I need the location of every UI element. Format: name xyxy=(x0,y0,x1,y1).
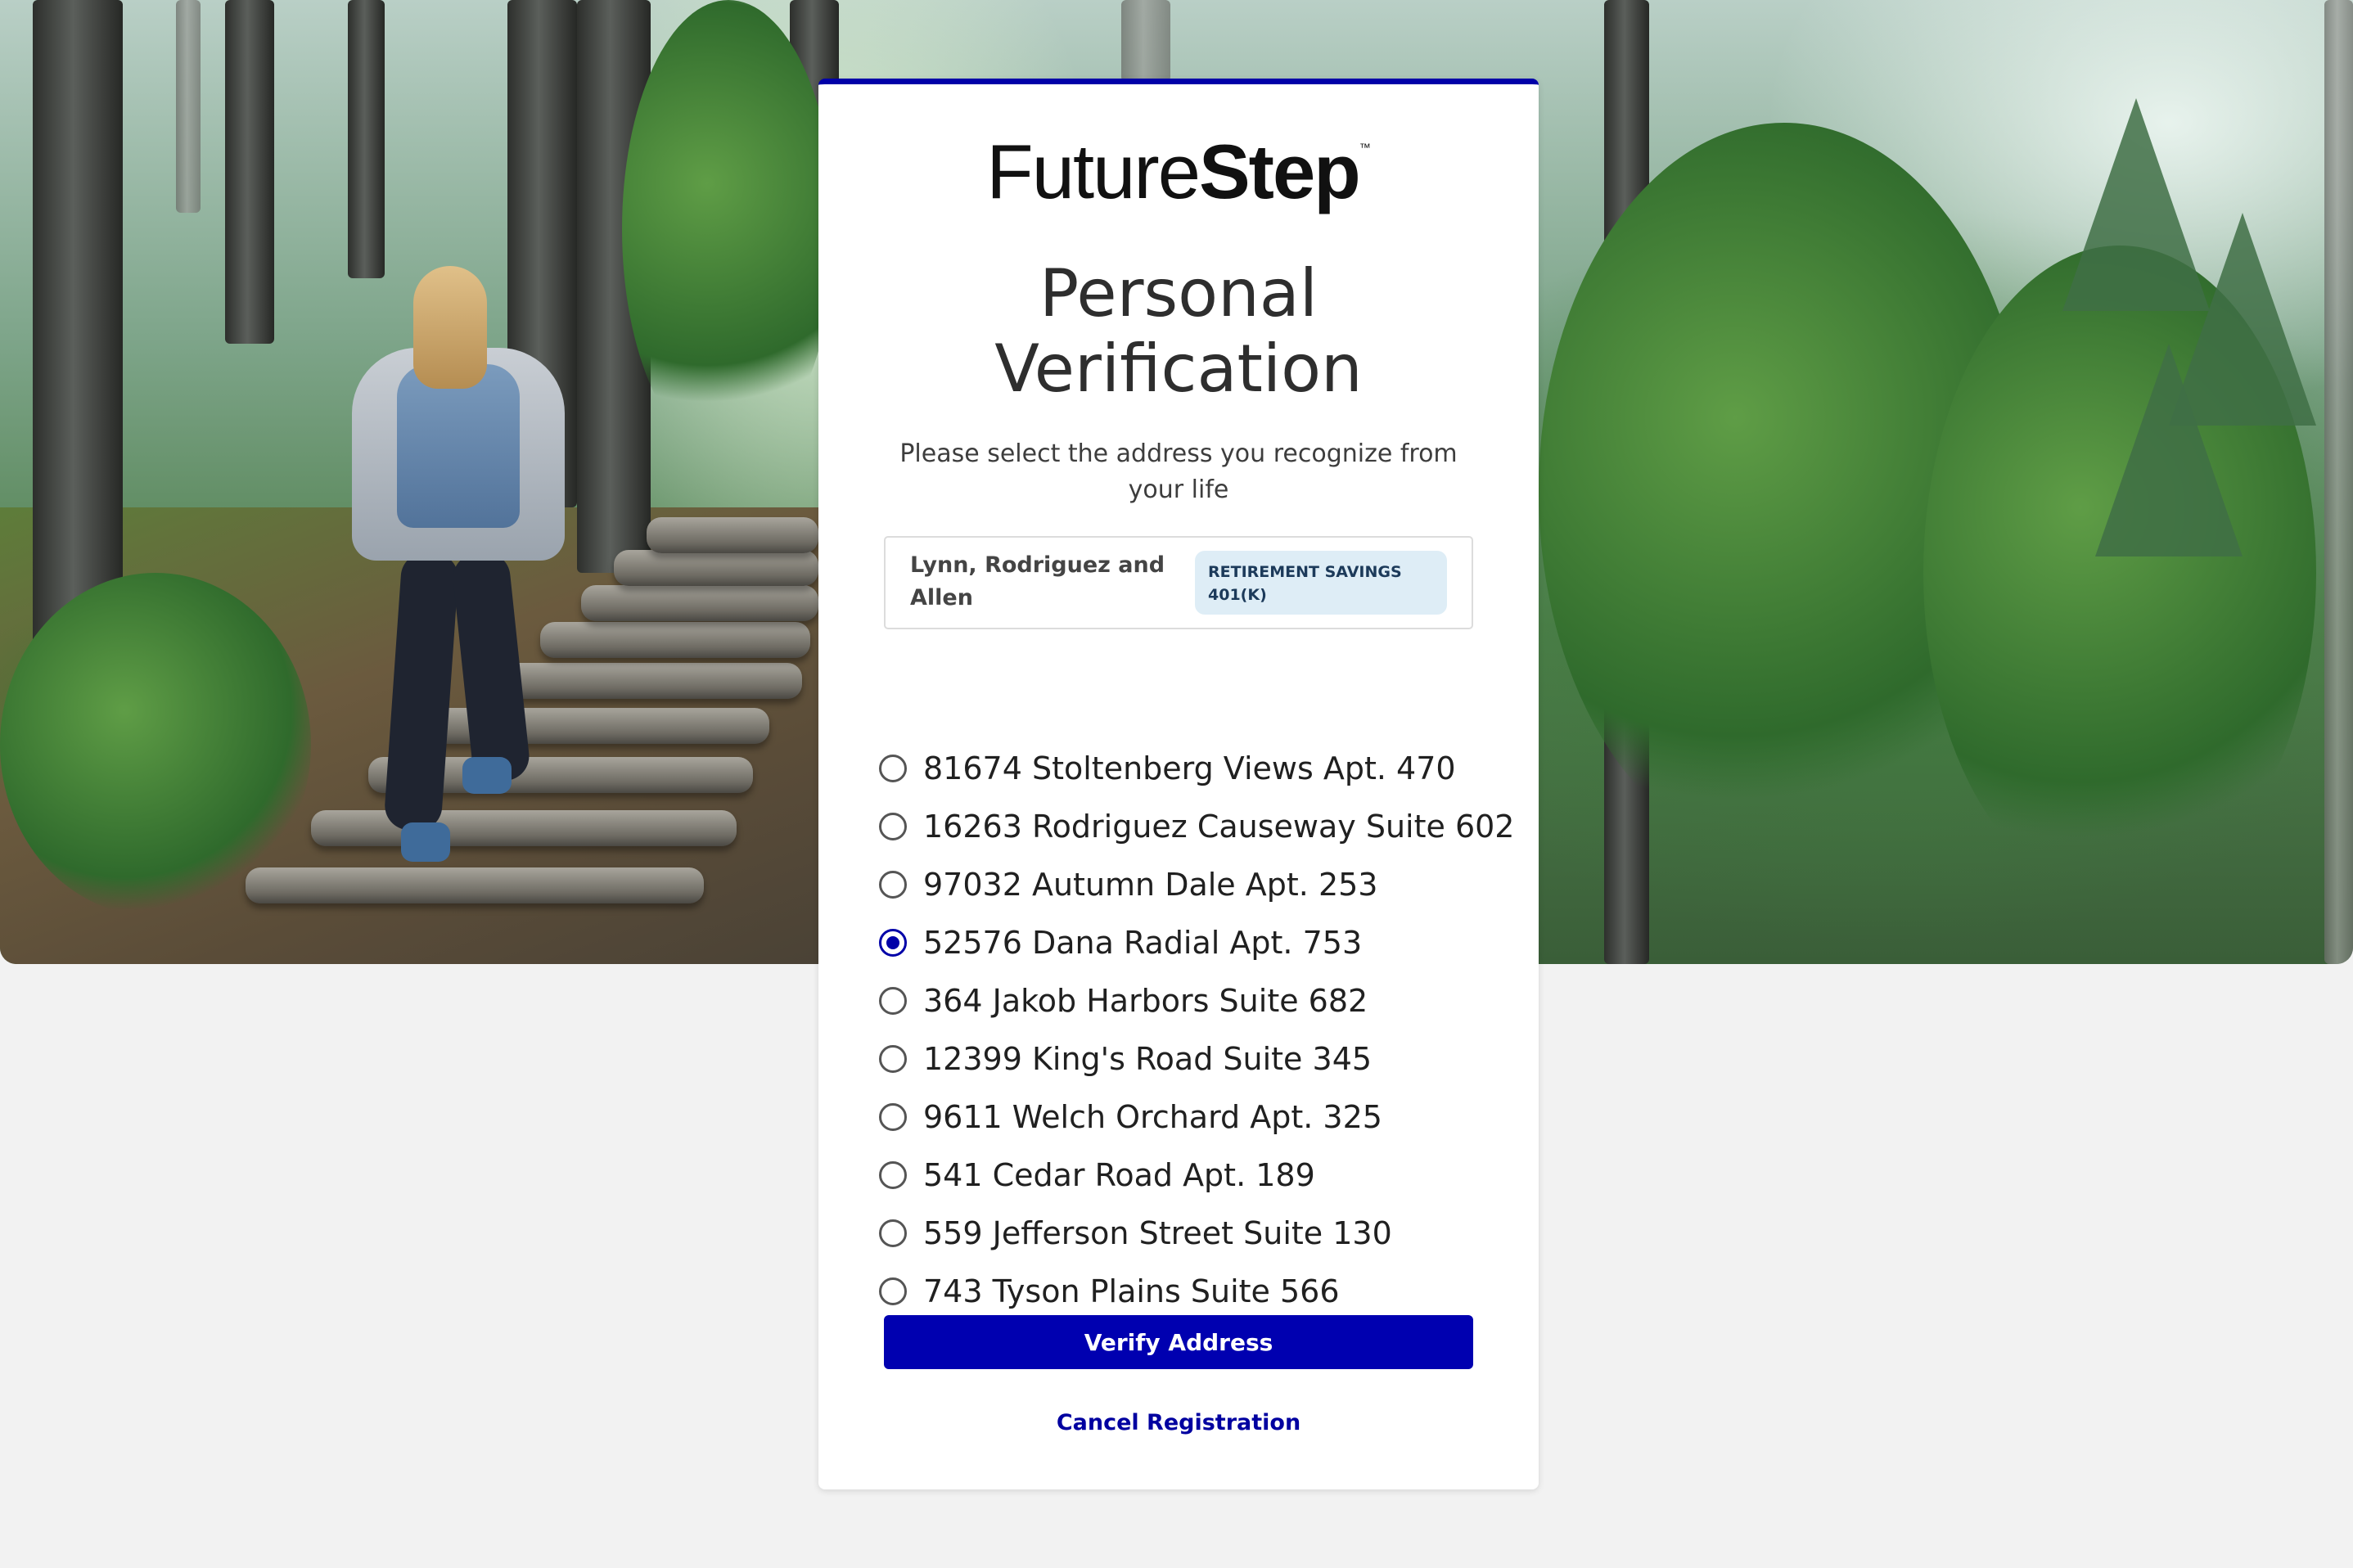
address-option-label: 97032 Autumn Dale Apt. 253 xyxy=(923,866,1378,903)
tree-trunk xyxy=(1121,0,1170,82)
stone-step xyxy=(614,550,818,586)
radio-unselected-icon[interactable] xyxy=(879,754,907,782)
address-option[interactable]: 52576 Dana Radial Apt. 753 xyxy=(879,913,1517,971)
account-type-badge: RETIREMENT SAVINGS 401(K) xyxy=(1195,551,1447,615)
stone-step xyxy=(647,517,818,553)
address-option-label: 559 Jefferson Street Suite 130 xyxy=(923,1214,1392,1251)
account-summary: Lynn, Rodriguez and Allen RETIREMENT SAV… xyxy=(884,536,1473,629)
radio-unselected-icon[interactable] xyxy=(879,1160,907,1189)
tree-trunk xyxy=(348,0,385,278)
radio-unselected-icon[interactable] xyxy=(879,1219,907,1247)
page-title: Personal Verification xyxy=(994,255,1363,407)
address-option[interactable]: 364 Jakob Harbors Suite 682 xyxy=(879,971,1517,1030)
pine-tree xyxy=(2095,344,2243,556)
stone-step xyxy=(581,585,818,621)
address-option[interactable]: 541 Cedar Road Apt. 189 xyxy=(879,1146,1517,1204)
tree-trunk xyxy=(225,0,274,344)
address-options: 81674 Stoltenberg Views Apt. 470 16263 Ro… xyxy=(879,739,1517,1320)
address-option-label: 16263 Rodriguez Causeway Suite 602 xyxy=(923,808,1515,845)
radio-unselected-icon[interactable] xyxy=(879,812,907,840)
address-option-label: 9611 Welch Orchard Apt. 325 xyxy=(923,1098,1382,1135)
address-option[interactable]: 9611 Welch Orchard Apt. 325 xyxy=(879,1088,1517,1146)
radio-unselected-icon[interactable] xyxy=(879,1277,907,1305)
address-option-label: 541 Cedar Road Apt. 189 xyxy=(923,1156,1315,1193)
account-name: Lynn, Rodriguez and Allen xyxy=(910,552,1165,611)
radio-unselected-icon[interactable] xyxy=(879,986,907,1015)
foliage xyxy=(0,573,311,917)
hiker-figure xyxy=(352,266,565,872)
address-option-label: 743 Tyson Plains Suite 566 xyxy=(923,1273,1340,1309)
page-subtitle: Please select the address you recognize … xyxy=(899,439,1458,504)
address-option[interactable]: 97032 Autumn Dale Apt. 253 xyxy=(879,855,1517,913)
address-option-label: 52576 Dana Radial Apt. 753 xyxy=(923,924,1363,961)
stone-step xyxy=(246,867,704,903)
address-option[interactable]: 559 Jefferson Street Suite 130 xyxy=(879,1204,1517,1262)
radio-unselected-icon[interactable] xyxy=(879,1044,907,1073)
address-option[interactable]: 12399 King's Road Suite 345 xyxy=(879,1030,1517,1088)
verify-address-button[interactable]: Verify Address xyxy=(884,1315,1473,1369)
verification-card: FutureStep™ Personal Verification Please… xyxy=(818,79,1539,1489)
address-option-label: 12399 King's Road Suite 345 xyxy=(923,1040,1373,1077)
address-option-label: 364 Jakob Harbors Suite 682 xyxy=(923,982,1368,1019)
stone-step xyxy=(540,622,810,658)
tree-trunk xyxy=(176,0,201,213)
address-option[interactable]: 743 Tyson Plains Suite 566 xyxy=(879,1262,1517,1320)
foliage xyxy=(622,0,835,458)
backpack xyxy=(397,364,520,528)
tree-trunk xyxy=(2324,0,2353,964)
address-option-label: 81674 Stoltenberg Views Apt. 470 xyxy=(923,750,1456,786)
futurestep-logo: FutureStep™ xyxy=(986,128,1371,214)
radio-unselected-icon[interactable] xyxy=(879,870,907,899)
address-option[interactable]: 81674 Stoltenberg Views Apt. 470 xyxy=(879,739,1517,797)
cancel-registration-link[interactable]: Cancel Registration xyxy=(818,1410,1539,1435)
radio-unselected-icon[interactable] xyxy=(879,1102,907,1131)
address-option[interactable]: 16263 Rodriguez Causeway Suite 602 xyxy=(879,797,1517,855)
radio-selected-icon[interactable] xyxy=(879,928,907,957)
